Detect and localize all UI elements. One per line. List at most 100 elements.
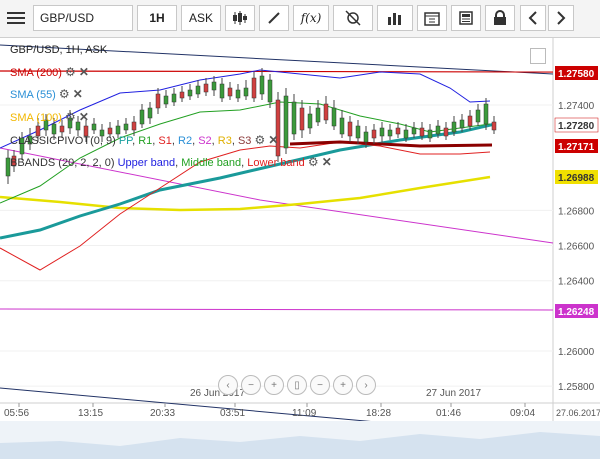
sma55-close-icon[interactable]: ✕ (73, 87, 83, 101)
timeframe-button[interactable]: 1H (137, 5, 177, 31)
pivot-s3-label: S3 (237, 135, 252, 147)
price-side-button[interactable]: ASK (181, 5, 221, 31)
symbol-selector[interactable]: GBP/USD (33, 5, 133, 31)
fx-icon[interactable]: f(x) (293, 5, 329, 31)
bbands-legend: BBANDS (20, 2, 2, 0) Upper band, Middle … (10, 155, 332, 170)
fx-label: f(x) (300, 11, 322, 25)
bbands-middle-label: Middle band (181, 157, 242, 169)
pivot-close-icon[interactable]: ✕ (268, 133, 278, 147)
candle-body (235, 89, 241, 99)
price-tick-label: 1.27400 (558, 101, 595, 112)
reset-zoom-icon[interactable]: ▯ (287, 375, 307, 395)
candle-body (203, 83, 209, 93)
candle-body (219, 83, 225, 99)
zoom-out-alt-icon[interactable]: − (310, 375, 330, 395)
sma55-legend: SMA (55) ⚙ ✕ (10, 88, 83, 102)
time-tick-label: 20:33 (150, 408, 175, 419)
sma100-label: SMA (100) (10, 112, 62, 124)
candle-body (307, 113, 313, 129)
pivot-label: CLASSICPIVOT(0, 9) (10, 135, 116, 147)
candle-body (243, 87, 249, 97)
popout-icon[interactable] (530, 48, 546, 64)
zoom-in-alt-icon[interactable]: + (333, 375, 353, 395)
candle-body (387, 129, 393, 137)
sma55-settings-icon[interactable]: ⚙ (59, 87, 70, 101)
candle-body (115, 125, 121, 135)
time-tick-label: 11:09 (292, 408, 317, 419)
chart-navigation: ‹ − + ▯ − + › (218, 375, 376, 395)
bbands-settings-icon[interactable]: ⚙ (308, 155, 319, 169)
candlestick-icon[interactable] (225, 5, 255, 31)
candle-body (283, 95, 289, 149)
candle-body (395, 127, 401, 135)
price-tick-label: 1.26600 (558, 242, 595, 253)
candle-body (315, 107, 321, 123)
time-tick-label: 13:15 (78, 408, 103, 419)
candle-body (155, 93, 161, 109)
bbands-lower-label: Lower band (247, 157, 305, 169)
price-marker-label: 1.27171 (558, 142, 595, 153)
hamburger-icon[interactable] (4, 5, 28, 31)
next-icon[interactable] (548, 5, 574, 31)
candle-body (147, 107, 153, 119)
price-chart[interactable]: 1.27400 1.26800 1.26600 1.26400 1.26000 1.258… (0, 38, 600, 459)
candle-body (267, 79, 273, 103)
sma200-label: SMA (200) (10, 67, 62, 79)
price-side-label: ASK (188, 11, 213, 25)
sma55-label: SMA (55) (10, 89, 56, 101)
candle-body (195, 85, 201, 95)
candle-body (171, 93, 177, 103)
sma200-settings-icon[interactable]: ⚙ (65, 65, 76, 79)
candle-body (451, 121, 457, 133)
calendar-icon[interactable] (417, 5, 447, 31)
chart-toolbar: GBP/USD 1H ASK f(x) (0, 0, 600, 38)
bbands-close-icon[interactable]: ✕ (322, 155, 332, 169)
chart-canvas[interactable]: 1.27400 1.26800 1.26600 1.26400 1.26000 1.258… (0, 38, 600, 459)
sma200-close-icon[interactable]: ✕ (79, 65, 89, 79)
candle-body (347, 121, 353, 137)
scroll-left-icon[interactable]: ‹ (218, 375, 238, 395)
price-tick-label: 1.26400 (558, 277, 595, 288)
candle-body (123, 123, 129, 131)
candle-body (467, 115, 473, 127)
candle-body (419, 127, 425, 137)
bar-chart-icon[interactable] (377, 5, 413, 31)
draw-icon[interactable] (259, 5, 289, 31)
candle-body (163, 95, 169, 105)
time-tick-label: 05:56 (4, 408, 29, 419)
prev-icon[interactable] (520, 5, 546, 31)
news-icon[interactable] (451, 5, 481, 31)
zoom-in-icon[interactable]: + (264, 375, 284, 395)
pivot-settings-icon[interactable]: ⚙ (255, 133, 266, 147)
zoom-out-icon[interactable]: − (241, 375, 261, 395)
scroll-right-icon[interactable]: › (356, 375, 376, 395)
candle-body (427, 129, 433, 139)
candle-body (59, 125, 65, 133)
sma100-settings-icon[interactable]: ⚙ (65, 110, 76, 124)
candle-body (355, 125, 361, 139)
candle-body (459, 119, 465, 129)
sma100-close-icon[interactable]: ✕ (79, 110, 89, 124)
pivot-r2-label: R2 (178, 135, 193, 147)
candle-body (435, 125, 441, 135)
price-marker-label: 1.26988 (558, 173, 595, 184)
candle-body (331, 107, 337, 127)
pivot-s1-label: S1 (158, 135, 172, 147)
pivot-s2-label: S2 (198, 135, 212, 147)
crosshair-icon[interactable] (333, 5, 373, 31)
candle-body (51, 123, 57, 135)
price-marker-label: 1.26248 (558, 307, 595, 318)
candle-body (291, 101, 297, 135)
candle-body (475, 109, 481, 123)
candle-body (187, 89, 193, 97)
lock-icon[interactable] (485, 5, 515, 31)
pivot-r1-label: R1 (138, 135, 153, 147)
price-marker-label: 1.27580 (558, 69, 595, 80)
pivot-r3-label: R3 (217, 135, 232, 147)
candle-body (211, 81, 217, 91)
candle-body (227, 87, 233, 97)
candle-body (371, 129, 377, 139)
bbands-upper-label: Upper band (117, 157, 176, 169)
bbands-label: BBANDS (20, 2, 2, 0) (10, 157, 115, 169)
candle-body (139, 109, 145, 125)
